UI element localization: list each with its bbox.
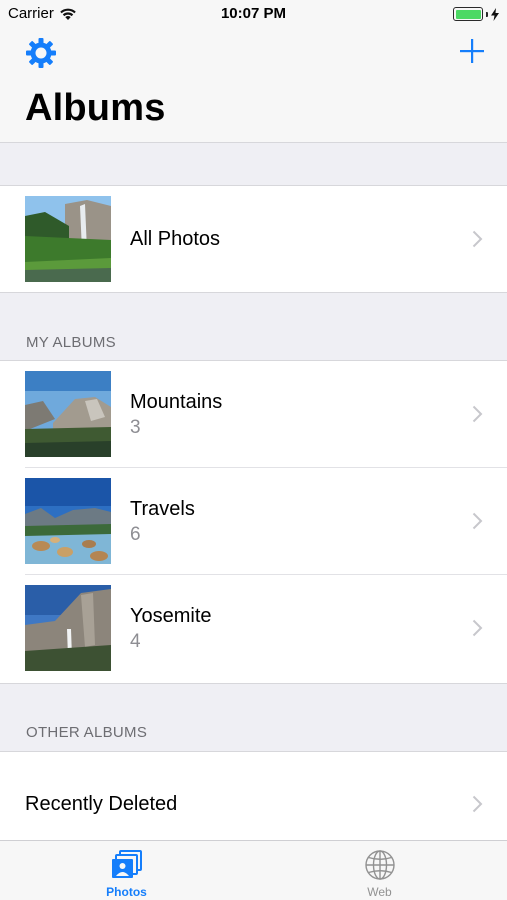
album-photo-count: 4 xyxy=(130,631,141,652)
album-row-mountains[interactable]: Mountains 3 xyxy=(0,361,507,468)
album-title: Travels xyxy=(130,498,195,520)
divider xyxy=(0,292,507,293)
tab-bar: Photos Web xyxy=(0,840,507,900)
charging-bolt-icon xyxy=(491,7,499,21)
add-album-button[interactable] xyxy=(459,38,485,64)
battery-icon xyxy=(453,7,483,21)
battery-indicator xyxy=(453,7,499,21)
photos-stack-icon xyxy=(111,850,142,878)
globe-icon xyxy=(364,850,395,880)
album-row-travels[interactable]: Travels 6 xyxy=(0,468,507,575)
status-time: 10:07 PM xyxy=(220,5,287,22)
album-thumbnail xyxy=(25,585,111,671)
all-photos-thumbnail xyxy=(25,196,111,282)
all-photos-row[interactable]: All Photos xyxy=(0,186,507,292)
album-row-yosemite[interactable]: Yosemite 4 xyxy=(0,575,507,683)
divider xyxy=(0,683,507,684)
tab-label: Photos xyxy=(106,885,147,899)
section-header-my-albums: MY ALBUMS xyxy=(26,334,116,351)
chevron-right-icon xyxy=(472,230,483,248)
album-title: All Photos xyxy=(130,228,221,250)
chevron-right-icon xyxy=(472,795,483,813)
chevron-right-icon xyxy=(472,619,483,637)
album-photo-count: 3 xyxy=(130,417,141,438)
gear-icon xyxy=(26,38,56,68)
album-title: Mountains xyxy=(130,391,223,413)
tab-photos[interactable]: Photos xyxy=(0,841,253,900)
settings-button[interactable] xyxy=(24,36,58,70)
chevron-right-icon xyxy=(472,405,483,423)
tab-web[interactable]: Web xyxy=(253,841,506,900)
chevron-right-icon xyxy=(472,512,483,530)
album-row-recently-deleted[interactable]: Recently Deleted xyxy=(0,752,507,840)
album-photo-count: 6 xyxy=(130,524,141,545)
status-bar: Carrier 10:07 PM xyxy=(0,0,507,28)
plus-icon xyxy=(460,39,484,63)
album-title: Recently Deleted xyxy=(25,793,178,815)
tab-label: Web xyxy=(367,885,392,899)
album-title: Yosemite xyxy=(130,605,212,627)
album-thumbnail xyxy=(25,478,111,564)
navigation-bar: Albums xyxy=(0,28,507,143)
section-header-other-albums: OTHER ALBUMS xyxy=(26,724,148,741)
album-thumbnail xyxy=(25,371,111,457)
page-title: Albums xyxy=(25,87,166,129)
